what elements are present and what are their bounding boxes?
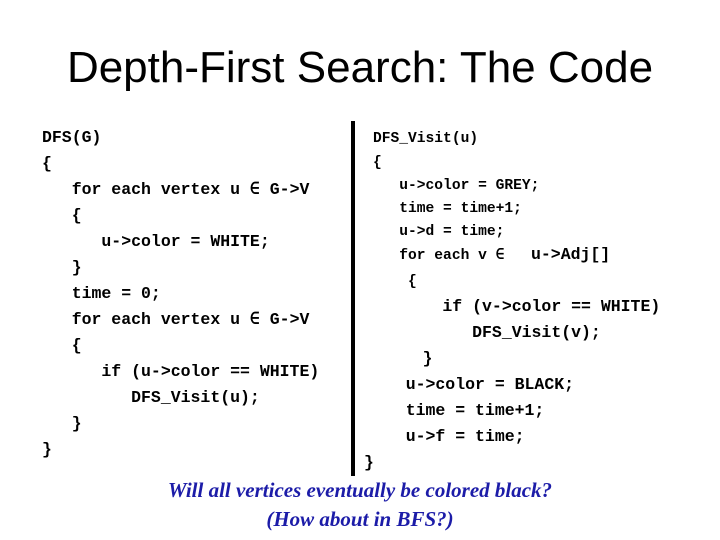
code-line: } (42, 258, 82, 277)
code-line: } (42, 440, 52, 459)
code-line: u->f = time; (376, 427, 525, 446)
question-text: Will all vertices eventually be colored … (167, 478, 553, 502)
code-line: u->color = BLACK; (376, 375, 575, 394)
code-line: time = time+1; (376, 401, 545, 420)
question-text-sub: (How about in BFS?) (266, 507, 454, 531)
code-line: { (373, 155, 382, 171)
code-line: } (42, 414, 82, 433)
code-line: for each vertex u ∈ G->V (42, 310, 310, 329)
code-line: u->color = GREY; (373, 178, 540, 194)
code-line: for each v ∈ (373, 248, 514, 264)
code-line: DFS_Visit(v); (383, 323, 601, 342)
code-line: DFS(G) (42, 128, 102, 147)
code-line: } (383, 349, 433, 368)
code-line: DFS_Visit(u) (373, 131, 479, 147)
code-line: } (364, 453, 374, 472)
code-line: u->Adj[] (531, 245, 611, 264)
code-line: u->color = WHITE; (42, 232, 270, 251)
column-divider (351, 121, 355, 476)
code-line: time = 0; (42, 284, 161, 303)
code-line: { (42, 206, 82, 225)
code-line: { (42, 154, 52, 173)
code-line: time = time+1; (373, 201, 522, 217)
code-line: if (u->color == WHITE) (42, 362, 320, 381)
code-line: { (373, 274, 417, 290)
code-line: u->d = time; (373, 224, 505, 240)
code-line: if (v->color == WHITE) (383, 297, 661, 316)
code-line: for each vertex u ∈ G->V (42, 180, 310, 199)
code-line: { (42, 336, 82, 355)
code-line: DFS_Visit(u); (42, 388, 260, 407)
slide-title: Depth-First Search: The Code (66, 43, 654, 92)
